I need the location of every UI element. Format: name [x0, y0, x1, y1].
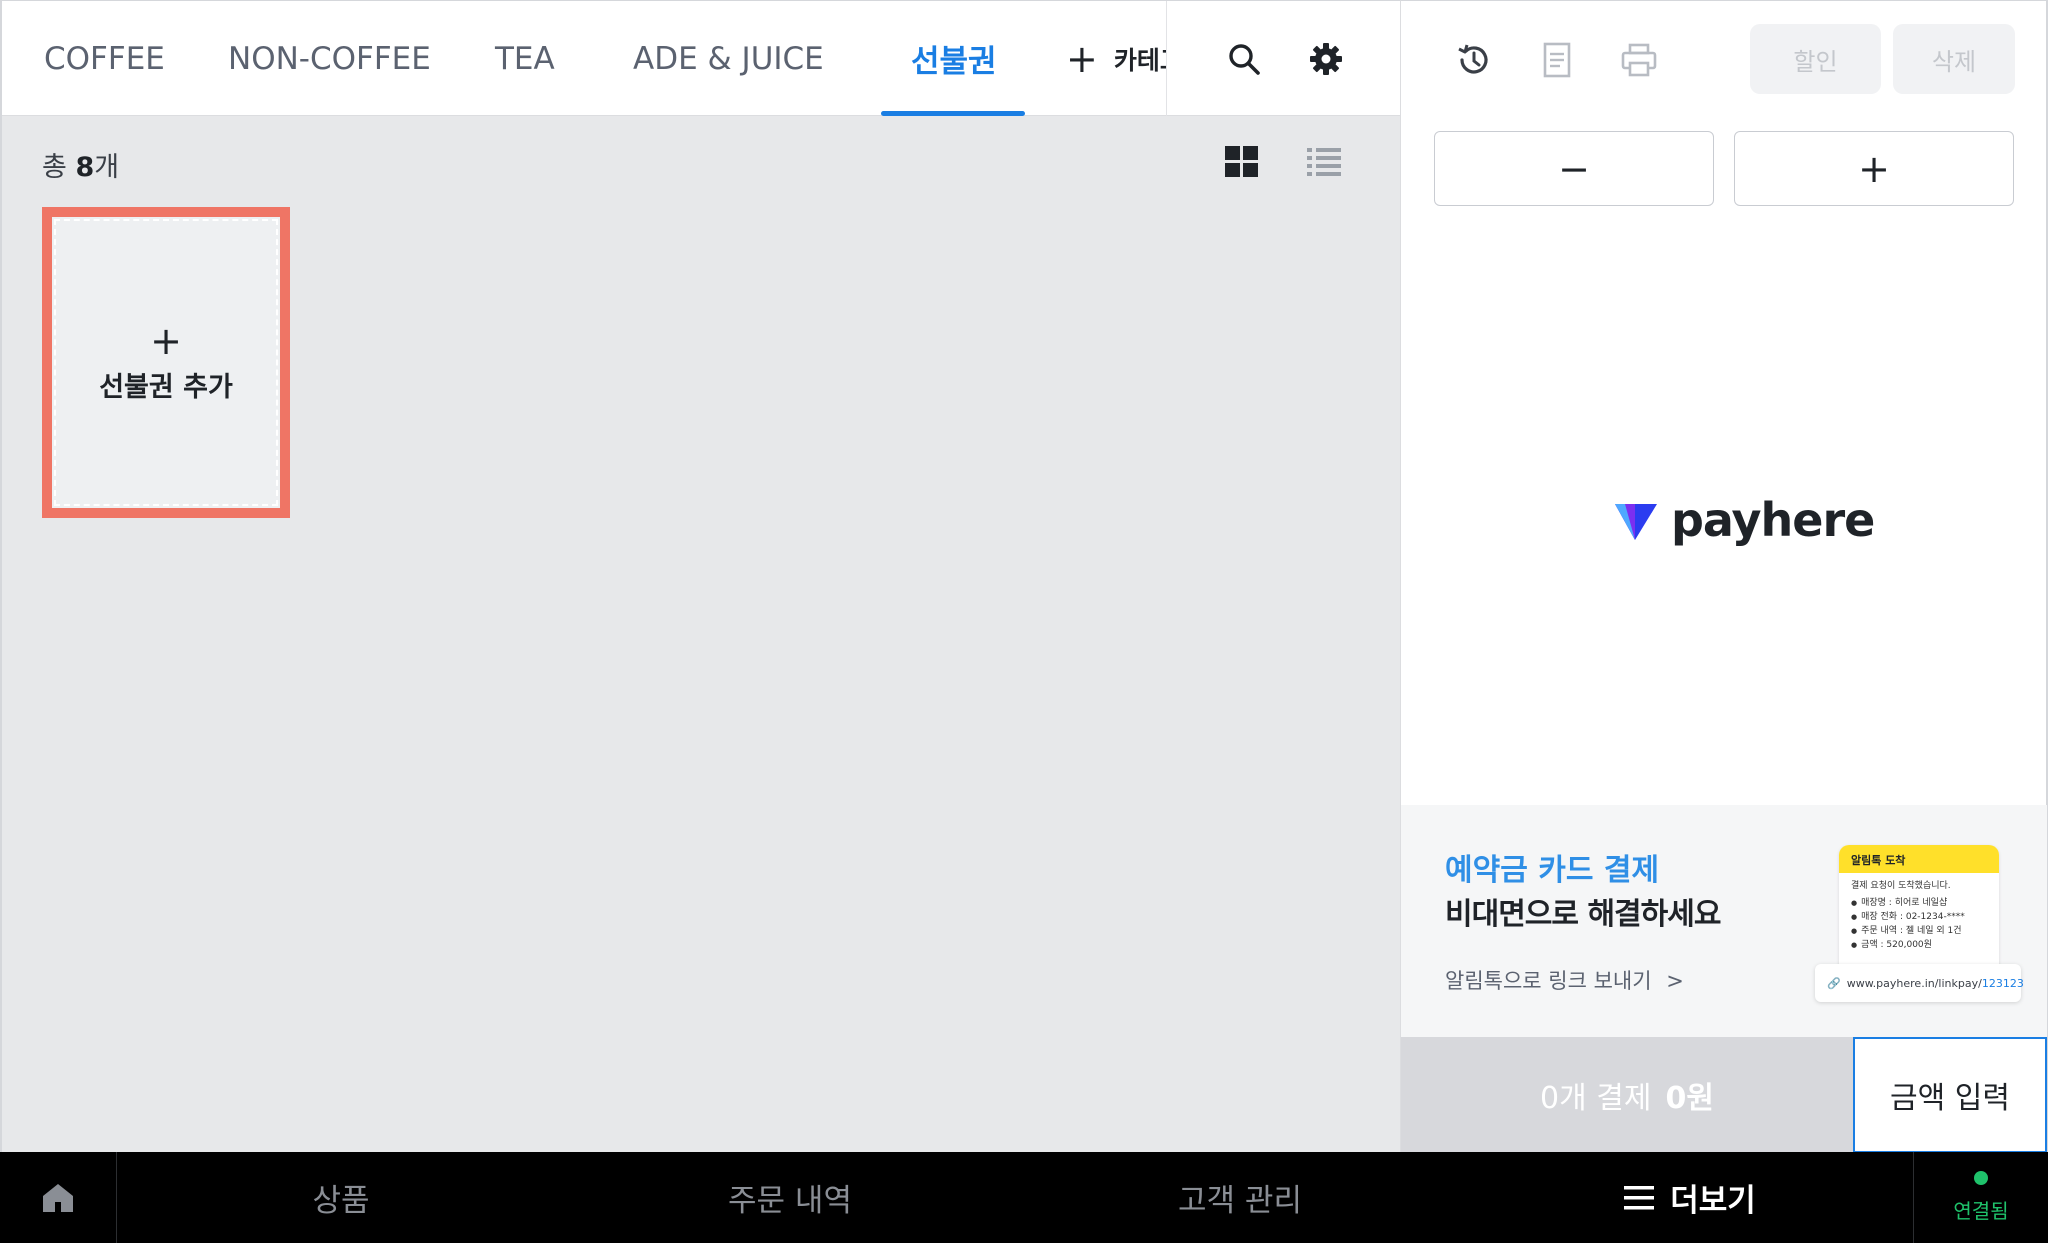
item-count: 총 8개: [42, 145, 119, 184]
document-icon: [1543, 42, 1571, 78]
grid-view-button[interactable]: [1224, 145, 1260, 179]
payhere-logo-icon: [1615, 504, 1657, 540]
order-panel: 할인 삭제 − + payhere 예약금 카드 결제 비대면으로 해결하세요 …: [1400, 0, 2048, 1153]
discount-button[interactable]: 할인: [1750, 24, 1881, 94]
promo-banner[interactable]: 예약금 카드 결제 비대면으로 해결하세요 알림톡으로 링크 보내기 > 알림톡…: [1401, 805, 2047, 1037]
increase-quantity-button[interactable]: +: [1734, 131, 2014, 206]
status-label: 연결됨: [1953, 1199, 2009, 1223]
bottom-nav: 상품 주문 내역 고객 관리 더보기 연결됨: [0, 1152, 2048, 1243]
nav-more[interactable]: 더보기: [1465, 1152, 1915, 1243]
category-tabs: COFFEE NON-COFFEE TEA ADE & JUICE 선불권 + …: [2, 1, 1166, 116]
pay-label: 0개 결제: [1540, 1081, 1652, 1116]
amount-input-button[interactable]: 금액 입력: [1853, 1037, 2047, 1153]
gear-icon: [1310, 43, 1342, 75]
count-suffix: 개: [94, 152, 120, 183]
decrease-quantity-button[interactable]: −: [1434, 131, 1714, 206]
nav-customers[interactable]: 고객 관리: [1015, 1152, 1465, 1243]
tab-coffee[interactable]: COFFEE: [44, 1, 165, 116]
link-url-id: 123123: [1981, 976, 2024, 990]
tab-non-coffee[interactable]: NON-COFFEE: [228, 1, 431, 116]
preview-item: 금액 : 520,000원: [1851, 938, 1987, 952]
preview-body: 결제 요청이 도착했습니다. 매장명 : 히어로 네일샵 매장 전화 : 02-…: [1839, 873, 1999, 958]
list-view-icon: [1307, 148, 1341, 176]
delete-button[interactable]: 삭제: [1893, 24, 2015, 94]
category-divider: [1166, 1, 1167, 116]
grid-view-icon: [1225, 146, 1258, 177]
connection-status: 연결됨: [1914, 1152, 2048, 1243]
preview-title: 알림톡 도착: [1839, 845, 1999, 873]
add-category-label: 카테고리 추가: [1113, 45, 1166, 75]
nav-more-label: 더보기: [1670, 1183, 1756, 1219]
add-prepaid-label: 선불권 추가: [99, 372, 233, 403]
send-link-button[interactable]: 알림톡으로 링크 보내기 >: [1445, 965, 1684, 995]
menu-icon: [1624, 1185, 1655, 1209]
add-prepaid-card[interactable]: + 선불권 추가: [42, 207, 290, 518]
history-button[interactable]: [1452, 38, 1496, 82]
preview-item: 매장명 : 히어로 네일샵: [1851, 896, 1987, 910]
count-value: 8: [75, 152, 95, 183]
home-icon: [43, 1183, 73, 1212]
list-view-button[interactable]: [1306, 145, 1342, 179]
search-button[interactable]: [1224, 39, 1264, 79]
history-icon: [1458, 44, 1488, 74]
count-prefix: 총: [42, 152, 67, 183]
pay-amount: 0원: [1665, 1081, 1714, 1116]
nav-orders[interactable]: 주문 내역: [565, 1152, 1015, 1243]
link-preview-chip: 🔗 www.payhere.in/linkpay/123123: [1815, 964, 2024, 1002]
brand-logo: payhere: [1613, 493, 1875, 547]
banner-headline-blue: 예약금 카드 결제: [1445, 853, 1660, 888]
active-tab-indicator: [881, 111, 1025, 116]
chevron-right-icon: >: [1666, 969, 1684, 993]
tab-ade-juice[interactable]: ADE & JUICE: [633, 1, 824, 116]
kakao-preview: 알림톡 도착 결제 요청이 도착했습니다. 매장명 : 히어로 네일샵 매장 전…: [1839, 845, 1999, 975]
plus-icon: +: [1066, 36, 1098, 81]
plus-icon: +: [150, 319, 182, 363]
preview-line: 결제 요청이 도착했습니다.: [1851, 881, 1951, 891]
brand-name: payhere: [1671, 493, 1875, 547]
preview-item: 주문 내역 : 젤 네일 외 1건: [1851, 924, 1987, 938]
preview-item: 매장 전화 : 02-1234-****: [1851, 910, 1987, 924]
receipt-button[interactable]: [1535, 38, 1579, 82]
add-category-button[interactable]: + 카테고리 추가: [1066, 1, 1166, 116]
link-icon: 🔗: [1827, 976, 1841, 990]
category-bar: COFFEE NON-COFFEE TEA ADE & JUICE 선불권 + …: [2, 1, 1402, 116]
search-icon: [1229, 44, 1260, 75]
banner-headline: 비대면으로 해결하세요: [1445, 897, 1721, 932]
settings-button[interactable]: [1306, 39, 1346, 79]
pay-button[interactable]: 0개 결제 0원: [1401, 1037, 1853, 1153]
printer-icon: [1621, 43, 1657, 77]
tab-prepaid[interactable]: 선불권: [911, 1, 997, 116]
nav-products[interactable]: 상품: [117, 1152, 565, 1243]
send-link-label: 알림톡으로 링크 보내기: [1445, 969, 1652, 993]
product-panel: COFFEE NON-COFFEE TEA ADE & JUICE 선불권 + …: [0, 0, 1402, 1152]
print-button[interactable]: [1617, 38, 1661, 82]
home-button[interactable]: [0, 1152, 116, 1243]
link-url-prefix: www.payhere.in/linkpay/: [1846, 976, 1982, 990]
tab-tea[interactable]: TEA: [495, 1, 555, 116]
status-dot-icon: [1974, 1171, 1988, 1185]
